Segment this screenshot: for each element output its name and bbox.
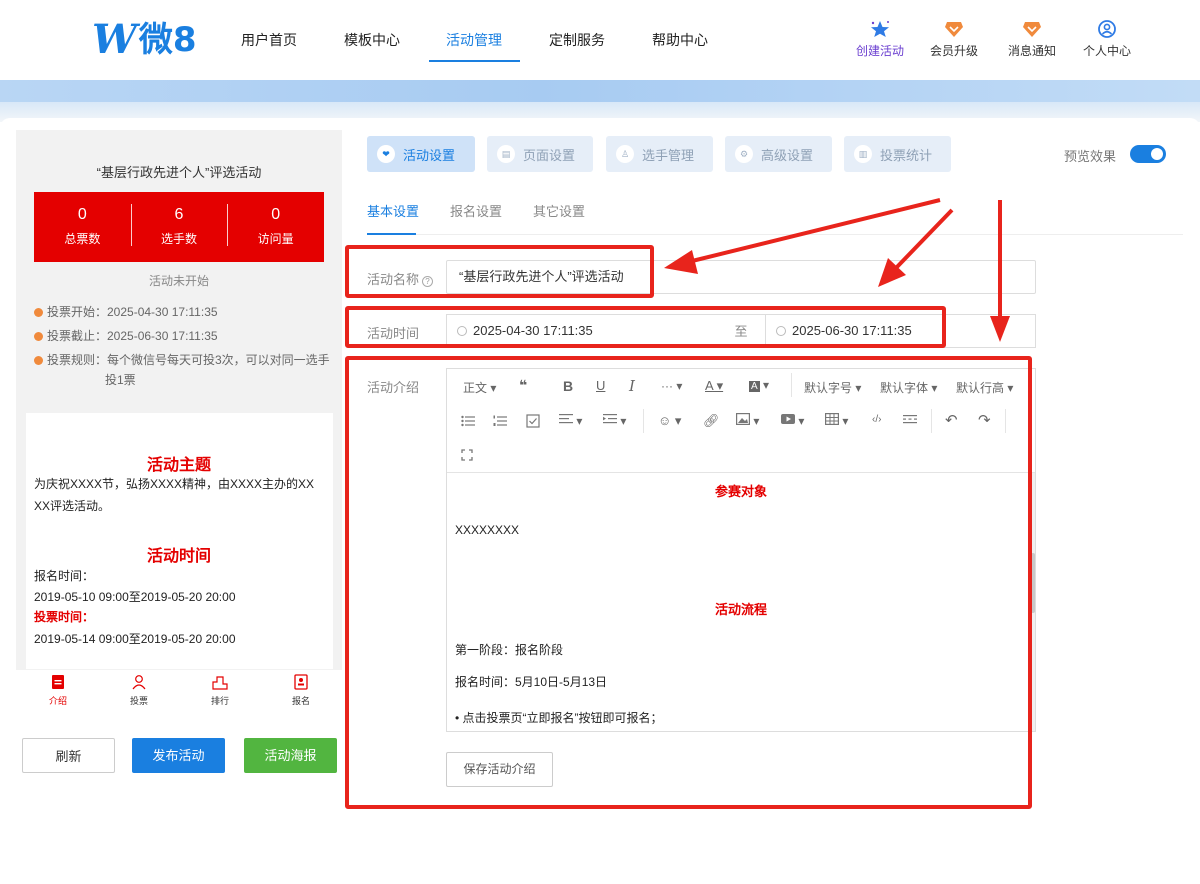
stat-visits: 0 访问量 bbox=[227, 192, 324, 262]
heart-icon: ❤ bbox=[377, 145, 395, 163]
tab-label: 高级设置 bbox=[761, 147, 814, 163]
message-notify-button[interactable]: 消息通知 bbox=[1002, 20, 1062, 59]
theme-text-line1: 为庆祝XXXX节，弘扬XXXX精神，由XXXX主办的XX bbox=[34, 477, 315, 491]
tab-advanced-settings[interactable]: ⚙ 高级设置 bbox=[725, 136, 832, 172]
vote-start-text: 投票开始：2025-04-30 17:11:35 bbox=[47, 305, 218, 319]
person-icon: ♙ bbox=[616, 145, 634, 163]
page-icon: ▤ bbox=[497, 145, 515, 163]
bell-icon bbox=[1023, 22, 1041, 37]
vote-rule-text: 投票规则：每个微信号每天可投3次，可以对同一选手 bbox=[47, 353, 330, 367]
tab-page-settings[interactable]: ▤ 页面设置 bbox=[487, 136, 593, 172]
tab-vote-label: 投票 bbox=[129, 696, 148, 706]
tab-label: 页面设置 bbox=[523, 147, 576, 163]
preview-effect-toggle[interactable] bbox=[1130, 145, 1166, 163]
tab-vote[interactable]: 投票 bbox=[119, 674, 159, 707]
vote-rule-info: 投票规则：每个微信号每天可投3次，可以对同一选手 bbox=[34, 350, 330, 370]
personal-center-button[interactable]: 个人中心 bbox=[1077, 20, 1137, 59]
publish-activity-button[interactable]: 发布活动 bbox=[132, 738, 225, 773]
tab-activity-settings[interactable]: ❤ 活动设置 bbox=[367, 136, 475, 172]
preview-bottom-tabs: 介绍 投票 排行 报名 bbox=[18, 670, 338, 714]
time-title: 活动时间 bbox=[146, 548, 211, 565]
ranking-icon bbox=[212, 676, 228, 690]
banner-strip bbox=[0, 80, 1200, 102]
activity-status: 活动未开始 bbox=[148, 274, 209, 288]
document-icon bbox=[52, 675, 64, 689]
stat-label: 总票数 bbox=[64, 232, 101, 246]
settings-icon: ⚙ bbox=[735, 145, 753, 163]
tab-label: 选手管理 bbox=[642, 147, 695, 163]
personal-center-label: 个人中心 bbox=[1082, 44, 1131, 58]
tab-intro[interactable]: 介绍 bbox=[38, 674, 78, 707]
preview-title: “基层行政先进个人”评选活动 bbox=[96, 165, 262, 180]
nav-help-center[interactable]: 帮助中心 bbox=[652, 30, 708, 50]
star-icon bbox=[871, 21, 889, 37]
annotation-box-name bbox=[345, 245, 654, 298]
bullet-icon bbox=[34, 308, 43, 317]
stat-value: 0 bbox=[271, 206, 281, 223]
tab-signup-label: 报名 bbox=[291, 696, 310, 706]
person-icon bbox=[132, 675, 146, 690]
nav-home[interactable]: 用户首页 bbox=[241, 30, 297, 50]
top-navbar: W 微8 用户首页 模板中心 活动管理 定制服务 帮助中心 创建活动 会员升级 … bbox=[0, 0, 1200, 80]
member-upgrade-button[interactable]: 会员升级 bbox=[924, 20, 984, 59]
bullet-icon bbox=[34, 356, 43, 365]
tab-intro-label: 介绍 bbox=[48, 696, 67, 706]
stats-bar: 0 总票数 6 选手数 0 访问量 bbox=[34, 192, 324, 262]
nav-active-underline bbox=[429, 60, 520, 62]
logo-text: 微8 bbox=[138, 20, 197, 60]
logo-mark: W bbox=[92, 16, 137, 63]
subtab-signup-settings[interactable]: 报名设置 bbox=[450, 201, 502, 220]
vote-end-text: 投票截止：2025-06-30 17:11:35 bbox=[47, 329, 218, 343]
theme-text-line2: XX评选活动。 bbox=[34, 499, 111, 513]
create-activity-button[interactable]: 创建活动 bbox=[850, 20, 910, 59]
stat-contestants: 6 选手数 bbox=[130, 192, 228, 262]
tab-signup[interactable]: 报名 bbox=[281, 674, 321, 707]
refresh-button[interactable]: 刷新 bbox=[22, 738, 115, 773]
chart-icon: ▥ bbox=[854, 145, 872, 163]
tab-label: 活动设置 bbox=[403, 147, 456, 163]
subtab-basic-settings[interactable]: 基本设置 bbox=[367, 201, 419, 220]
subtab-divider bbox=[367, 234, 1183, 235]
crown-icon bbox=[945, 22, 963, 37]
signup-time-value: 2019-05-10 09:00至2019-05-20 20:00 bbox=[34, 590, 236, 604]
signup-time-label: 报名时间： bbox=[34, 569, 95, 583]
user-icon bbox=[1098, 20, 1116, 38]
bullet-icon bbox=[34, 332, 43, 341]
subtab-active-underline bbox=[367, 233, 416, 235]
nav-templates[interactable]: 模板中心 bbox=[344, 30, 400, 50]
stat-total-votes: 0 总票数 bbox=[34, 192, 131, 262]
activity-poster-button[interactable]: 活动海报 bbox=[244, 738, 337, 773]
message-notify-label: 消息通知 bbox=[1007, 44, 1056, 58]
stat-label: 访问量 bbox=[257, 232, 294, 246]
signup-icon bbox=[294, 674, 308, 690]
vote-start-info: 投票开始：2025-04-30 17:11:35 bbox=[34, 302, 218, 322]
stat-value: 6 bbox=[174, 206, 184, 223]
tab-ranking[interactable]: 排行 bbox=[200, 674, 240, 707]
theme-title: 活动主题 bbox=[146, 457, 211, 474]
nav-custom-service[interactable]: 定制服务 bbox=[549, 30, 605, 50]
annotation-box-time bbox=[345, 306, 946, 348]
annotation-box-intro bbox=[345, 356, 1032, 809]
tab-vote-statistics[interactable]: ▥ 投票统计 bbox=[844, 136, 951, 172]
subtab-other-settings[interactable]: 其它设置 bbox=[533, 201, 585, 220]
site-logo[interactable]: W 微8 bbox=[92, 18, 197, 62]
create-activity-label: 创建活动 bbox=[855, 44, 904, 58]
tab-contestant-management[interactable]: ♙ 选手管理 bbox=[606, 136, 713, 172]
tab-label: 投票统计 bbox=[880, 147, 933, 163]
member-upgrade-label: 会员升级 bbox=[929, 44, 978, 58]
vote-time-label: 投票时间： bbox=[34, 610, 95, 624]
vote-end-info: 投票截止：2025-06-30 17:11:35 bbox=[34, 326, 218, 346]
tab-ranking-label: 排行 bbox=[210, 696, 229, 706]
stat-value: 0 bbox=[77, 206, 87, 223]
preview-effect-label: 预览效果 bbox=[1064, 149, 1117, 164]
stat-label: 选手数 bbox=[161, 232, 198, 246]
nav-activity-management[interactable]: 活动管理 bbox=[446, 30, 502, 50]
vote-time-value: 2019-05-14 09:00至2019-05-20 20:00 bbox=[34, 632, 236, 646]
vote-rule-info-cont: 投1票 bbox=[105, 373, 136, 387]
